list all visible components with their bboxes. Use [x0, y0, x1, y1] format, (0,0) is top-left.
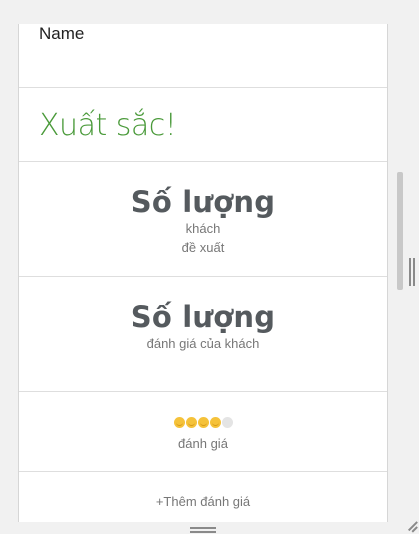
review-card: Name Xuất sắc! Số lượng khách đề xuất Số… — [18, 24, 388, 522]
review-count-label: đánh giá của khách — [146, 336, 260, 351]
star-empty-icon — [221, 417, 233, 428]
rating-title-row: Xuất sắc! — [19, 88, 387, 162]
stars-label: đánh giá — [178, 436, 228, 451]
widget-window: Name Xuất sắc! Số lượng khách đề xuất Số… — [0, 0, 419, 534]
rating-title: Xuất sắc! — [39, 108, 177, 143]
name-row: Name — [19, 24, 387, 88]
star-filled-icon — [185, 417, 197, 428]
recommend-stat-row: Số lượng khách đề xuất — [19, 162, 387, 277]
name-label: Name — [39, 24, 85, 43]
corner-resize-grip-icon[interactable] — [405, 520, 418, 533]
star-filled-icon — [209, 417, 221, 428]
add-review-link[interactable]: +Thêm đánh giá — [156, 494, 250, 509]
recommend-label-line1: khách — [185, 221, 221, 236]
review-count-value: Số lượng — [130, 300, 276, 334]
scrollbar-thumb[interactable] — [397, 172, 403, 290]
star-filled-icon — [197, 417, 209, 428]
review-count-stat-row: Số lượng đánh giá của khách — [19, 277, 387, 392]
star-filled-icon — [173, 417, 185, 428]
add-review-row: +Thêm đánh giá — [19, 472, 387, 522]
bottom-resize-grip-icon[interactable] — [190, 527, 216, 533]
stars-row: đánh giá — [19, 392, 387, 472]
side-resize-grip-icon[interactable] — [409, 258, 415, 286]
recommend-label-line2: đề xuất — [181, 240, 225, 255]
star-rating — [19, 417, 387, 429]
top-strip — [0, 0, 419, 24]
recommend-count-value: Số lượng — [130, 185, 276, 219]
